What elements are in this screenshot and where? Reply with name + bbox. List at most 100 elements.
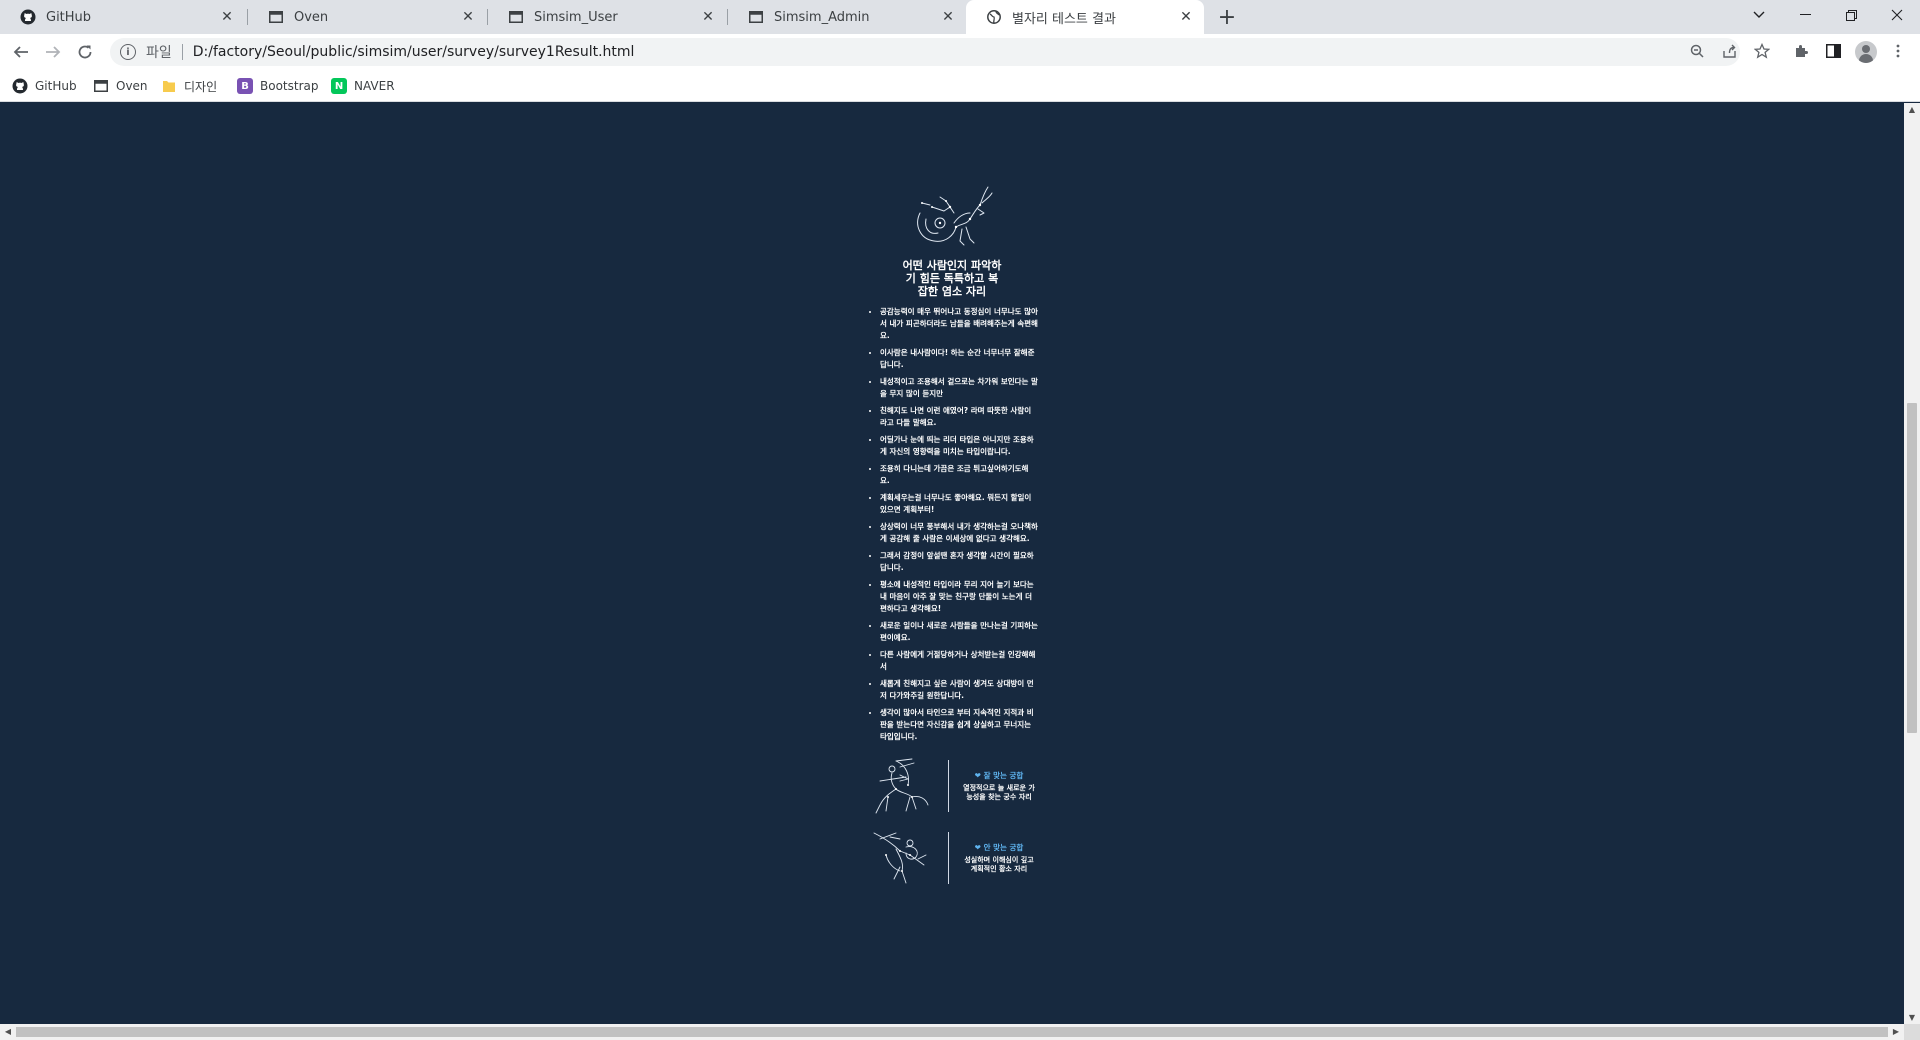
bookmark-oven[interactable]: Oven (93, 76, 148, 96)
tab-label: GitHub (46, 9, 92, 25)
trait-item: 새롭게 친해지고 싶은 사람이 생겨도 상대방이 먼저 다가와주길 원한답니다. (880, 678, 1038, 702)
horizontal-scroll-thumb[interactable] (16, 1027, 1888, 1037)
trait-item: 다른 사람에게 거절당하거나 상처받는걸 인강해해서 (880, 649, 1038, 673)
good-match-heading: ❤ 잘 맞는 궁합 (963, 770, 1035, 781)
close-icon[interactable]: ✕ (1178, 9, 1194, 25)
minimize-button[interactable] (1782, 0, 1828, 30)
bookmark-github[interactable]: GitHub (12, 76, 77, 96)
bookmark-bootstrap[interactable]: B Bootstrap (237, 76, 318, 96)
heart-icon: ❤ (974, 843, 981, 852)
bookmark-label: 디자인 (184, 79, 218, 94)
bootstrap-icon: B (237, 78, 253, 94)
reload-icon[interactable] (73, 40, 97, 64)
bad-match-heading: ❤ 안 맞는 궁합 (963, 842, 1035, 853)
trait-item: 생각이 많아서 타인으로 부터 지속적인 지적과 비판을 받는다면 자신감을 쉽… (880, 707, 1038, 743)
window-icon (268, 9, 284, 25)
vertical-scroll-thumb[interactable] (1907, 403, 1917, 733)
window-icon (508, 9, 524, 25)
trait-item: 이사람은 내사람이다! 하는 순간 너무너무 잘해준답니다. (880, 347, 1038, 371)
new-tab-button[interactable]: + (1214, 4, 1240, 30)
trait-item: 공감능력이 매우 뛰어나고 동정심이 너무나도 많아서 내가 피곤하더라도 남들… (880, 306, 1038, 342)
naver-icon: N (331, 78, 347, 94)
trait-item: 계획세우는걸 너무나도 좋아해요. 뭐든지 할일이 있으면 계획부터! (880, 492, 1038, 516)
bookmark-naver[interactable]: N NAVER (331, 76, 395, 96)
bookmark-label: NAVER (354, 79, 395, 93)
tab-oven[interactable]: Oven ✕ (248, 0, 486, 34)
tab-label: Simsim_User (534, 9, 618, 25)
folder-icon (161, 78, 177, 94)
tab-label: Simsim_Admin (774, 9, 870, 25)
trait-item: 평소에 내성적인 타입이라 무리 지어 놀기 보다는 내 마음이 아주 잘 맞는… (880, 579, 1038, 615)
bad-match-section: ❤ 안 맞는 궁합 성실하며 이해심이 깊고 계획적인 황소 자리 (866, 829, 1038, 887)
github-icon (20, 9, 36, 25)
page-viewport: 어떤 사람인지 파악하 기 힘든 독특하고 복 잡한 염소 자리 공감능력이 매… (0, 103, 1904, 1024)
restore-button[interactable] (1828, 0, 1874, 30)
trait-item: 상상력이 너무 풍부해서 내가 생각하는걸 오나책하게 공감해 줄 사람은 이세… (880, 521, 1038, 545)
url-text[interactable]: D:/factory/Seoul/public/simsim/user/surv… (193, 44, 635, 60)
heart-icon: ❤ (974, 771, 981, 780)
good-match-text: ❤ 잘 맞는 궁합 열정적으로 늘 새로운 가능성을 찾는 궁수 자리 (963, 770, 1035, 802)
scroll-right-arrow-icon[interactable]: ▶ (1888, 1027, 1904, 1036)
bookmark-star-icon[interactable] (1751, 40, 1773, 62)
tab-simsim-admin[interactable]: Simsim_Admin ✕ (728, 0, 966, 34)
back-arrow-icon[interactable] (9, 40, 33, 64)
bookmarks-bar: GitHub Oven 디자인 B Bootstrap N NAVER (0, 70, 1920, 102)
bookmark-label: GitHub (35, 79, 77, 93)
profile-avatar-icon[interactable] (1855, 41, 1877, 63)
result-title-line: 기 힘든 독특하고 복 (905, 272, 999, 285)
scheme-label: 파일 (146, 45, 172, 61)
good-match-heading-label: 잘 맞는 궁합 (983, 771, 1024, 780)
scroll-left-arrow-icon[interactable]: ◀ (0, 1027, 16, 1036)
bookmark-label: Oven (116, 79, 148, 93)
tab-label: 별자리 테스트 결과 (1012, 11, 1116, 27)
scroll-up-arrow-icon[interactable]: ▲ (1904, 105, 1920, 114)
result-card: 어떤 사람인지 파악하 기 힘든 독특하고 복 잡한 염소 자리 공감능력이 매… (866, 183, 1038, 887)
address-bar[interactable]: i 파일 D:/factory/Seoul/public/simsim/user… (110, 38, 1740, 66)
tab-survey-result[interactable]: 별자리 테스트 결과 ✕ (966, 0, 1204, 34)
good-match-description: 열정적으로 늘 새로운 가능성을 찾는 궁수 자리 (963, 784, 1035, 801)
close-icon[interactable]: ✕ (700, 9, 716, 25)
scrollbar-corner (1904, 1024, 1920, 1040)
tab-strip: GitHub ✕ Oven ✕ Simsim_User ✕ Simsim_Adm… (0, 0, 1920, 34)
result-title-line: 어떤 사람인지 파악하 (902, 259, 1002, 272)
horizontal-scrollbar[interactable]: ◀ ▶ (0, 1024, 1904, 1040)
bad-match-heading-label: 안 맞는 궁합 (983, 843, 1024, 852)
bookmark-design-folder[interactable]: 디자인 (161, 76, 217, 96)
trait-item: 친해지도 나면 이런 애였어? 라며 따뜻한 사람이라고 다들 말해요. (880, 405, 1038, 429)
github-icon (12, 78, 28, 94)
sagittarius-archer-icon (875, 758, 929, 814)
share-icon[interactable] (1718, 40, 1740, 62)
zoom-icon[interactable] (1686, 40, 1708, 62)
close-icon[interactable]: ✕ (460, 9, 476, 25)
globe-icon (986, 9, 1002, 25)
vertical-scrollbar[interactable]: ▲ ▼ (1904, 103, 1920, 1024)
extensions-icon[interactable] (1790, 40, 1812, 62)
window-icon (748, 9, 764, 25)
close-icon[interactable]: ✕ (940, 9, 956, 25)
trait-item: 내성적이고 조용해서 겉으로는 차가워 보인다는 말을 무지 많이 듣지만 (880, 376, 1038, 400)
tab-github[interactable]: GitHub ✕ (0, 0, 245, 34)
bad-match-description: 성실하며 이해심이 깊고 계획적인 황소 자리 (964, 856, 1034, 873)
result-title: 어떤 사람인지 파악하 기 힘든 독특하고 복 잡한 염소 자리 (866, 259, 1038, 298)
scroll-down-arrow-icon[interactable]: ▼ (1904, 1013, 1920, 1022)
cupid-archer-icon (873, 832, 927, 884)
result-title-line: 잡한 염소 자리 (917, 285, 987, 298)
forward-arrow-icon[interactable] (41, 40, 65, 64)
close-window-button[interactable] (1874, 0, 1920, 30)
bad-match-text: ❤ 안 맞는 궁합 성실하며 이해심이 깊고 계획적인 황소 자리 (963, 842, 1035, 874)
tab-label: Oven (294, 9, 329, 25)
close-icon[interactable]: ✕ (219, 9, 235, 25)
trait-list: 공감능력이 매우 뛰어나고 동정심이 너무나도 많아서 내가 피곤하더라도 남들… (866, 306, 1038, 743)
trait-item: 새로운 일이나 새로운 사람들을 만나는걸 기피하는 편이예요. (880, 620, 1038, 644)
browser-toolbar: i 파일 D:/factory/Seoul/public/simsim/user… (0, 34, 1920, 70)
tab-simsim-user[interactable]: Simsim_User ✕ (488, 0, 726, 34)
trait-item: 어딜가나 눈에 띄는 리더 타입은 아니지만 조용하게 자신의 영향력을 미치는… (880, 434, 1038, 458)
site-info-icon[interactable]: i (120, 44, 136, 60)
side-panel-icon[interactable] (1822, 40, 1844, 62)
good-match-section: ❤ 잘 맞는 궁합 열정적으로 늘 새로운 가능성을 찾는 궁수 자리 (866, 757, 1038, 815)
more-menu-icon[interactable] (1887, 40, 1909, 62)
capricorn-goat-icon (917, 186, 993, 246)
bookmark-label: Bootstrap (260, 79, 319, 93)
trait-item: 그래서 감정이 앞설땐 혼자 생각할 시간이 필요하답니다. (880, 550, 1038, 574)
tab-search-chevron-icon[interactable] (1736, 0, 1782, 30)
